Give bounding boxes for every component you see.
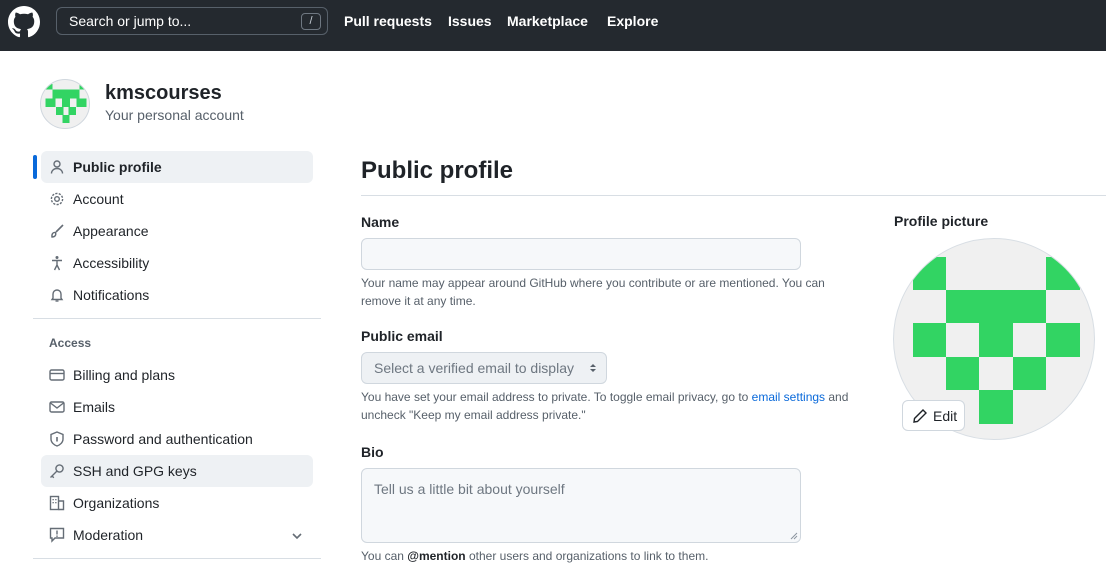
pencil-icon — [913, 409, 927, 423]
email-settings-link[interactable]: email settings — [752, 390, 825, 404]
sidebar-item-label: Organizations — [73, 495, 160, 511]
account-username[interactable]: kmscourses — [105, 82, 222, 105]
gear-icon — [50, 192, 64, 206]
sidebar-item-ssh-gpg-keys[interactable]: SSH and GPG keys — [41, 455, 313, 487]
key-icon — [50, 464, 64, 479]
report-icon — [49, 527, 65, 543]
sidebar-item-label: Notifications — [73, 287, 150, 303]
sidebar-item-label: Password and authentication — [73, 431, 253, 447]
credit-card-icon — [49, 369, 65, 381]
nav-marketplace[interactable]: Marketplace — [507, 13, 588, 29]
sidebar-divider — [33, 558, 321, 559]
sidebar-item-emails[interactable]: Emails — [41, 391, 313, 423]
public-email-note: You have set your email address to priva… — [361, 388, 861, 424]
chevron-down-icon[interactable] — [291, 530, 303, 542]
sidebar-item-billing[interactable]: Billing and plans — [41, 359, 313, 391]
bio-note-text-end: other users and organizations to link to… — [465, 549, 709, 563]
bio-placeholder: Tell us a little bit about yourself — [374, 481, 565, 497]
sidebar-item-label: Public profile — [73, 159, 162, 175]
select-caret-icon — [590, 364, 596, 372]
nav-explore[interactable]: Explore — [607, 13, 658, 29]
nav-issues[interactable]: Issues — [448, 13, 492, 29]
sidebar-item-moderation[interactable]: Moderation — [41, 519, 313, 551]
sidebar-item-label: Billing and plans — [73, 367, 175, 383]
search-placeholder: Search or jump to... — [69, 13, 192, 29]
sidebar-item-label: Moderation — [73, 527, 144, 543]
sidebar-item-password-auth[interactable]: Password and authentication — [41, 423, 313, 455]
accessibility-icon — [52, 256, 62, 271]
profile-picture-label: Profile picture — [894, 213, 989, 229]
bio-note-text: You can — [361, 549, 408, 563]
sidebar-item-notifications[interactable]: Notifications — [41, 279, 313, 311]
email-note-text: You have set your email address to priva… — [361, 390, 752, 404]
public-email-select-value: Select a verified email to display — [374, 360, 574, 376]
name-note: Your name may appear around GitHub where… — [361, 276, 825, 308]
avatar[interactable] — [40, 79, 90, 129]
organization-icon — [49, 495, 65, 511]
person-icon — [50, 160, 64, 174]
identicon-image — [45, 84, 87, 123]
title-divider — [361, 195, 1106, 196]
sidebar-item-label: Accessibility — [73, 255, 150, 271]
sidebar-item-account[interactable]: Account — [41, 183, 313, 215]
global-header: Search or jump to... / Pull requests Iss… — [0, 0, 1106, 51]
sidebar-item-accessibility[interactable]: Accessibility — [41, 247, 313, 279]
bio-label: Bio — [361, 444, 384, 460]
search-input[interactable]: Search or jump to... / — [56, 7, 328, 35]
sidebar-item-organizations[interactable]: Organizations — [41, 487, 313, 519]
account-subtitle: Your personal account — [105, 107, 244, 123]
search-shortcut-badge: / — [301, 13, 321, 30]
sidebar-item-public-profile[interactable]: Public profile — [41, 151, 313, 183]
name-label: Name — [361, 214, 400, 230]
nav-pull-requests[interactable]: Pull requests — [344, 13, 432, 29]
paintbrush-icon — [51, 224, 64, 238]
sidebar-item-label: Account — [73, 191, 124, 207]
sidebar-item-appearance[interactable]: Appearance — [41, 215, 313, 247]
edit-profile-picture-button[interactable]: Edit — [902, 400, 965, 431]
selected-indicator — [33, 155, 37, 179]
resize-handle-icon[interactable] — [790, 532, 798, 540]
sidebar-item-label: SSH and GPG keys — [73, 463, 197, 479]
page-title: Public profile — [361, 157, 514, 184]
bio-note: You can @mention other users and organiz… — [361, 547, 861, 565]
mention-text: @mention — [407, 549, 466, 563]
sidebar-divider — [33, 318, 321, 319]
github-logo-icon[interactable] — [8, 6, 40, 38]
public-email-label: Public email — [361, 328, 443, 344]
bell-icon — [50, 289, 64, 302]
sidebar-heading-access: Access — [49, 336, 92, 350]
mail-icon — [49, 401, 65, 413]
sidebar-item-label: Appearance — [73, 223, 149, 239]
shield-lock-icon — [50, 431, 64, 447]
sidebar-item-label: Emails — [73, 399, 116, 415]
name-input[interactable] — [361, 238, 801, 270]
public-email-select[interactable]: Select a verified email to display — [361, 352, 607, 384]
edit-button-label: Edit — [933, 408, 958, 424]
bio-textarea[interactable]: Tell us a little bit about yourself — [361, 468, 801, 543]
